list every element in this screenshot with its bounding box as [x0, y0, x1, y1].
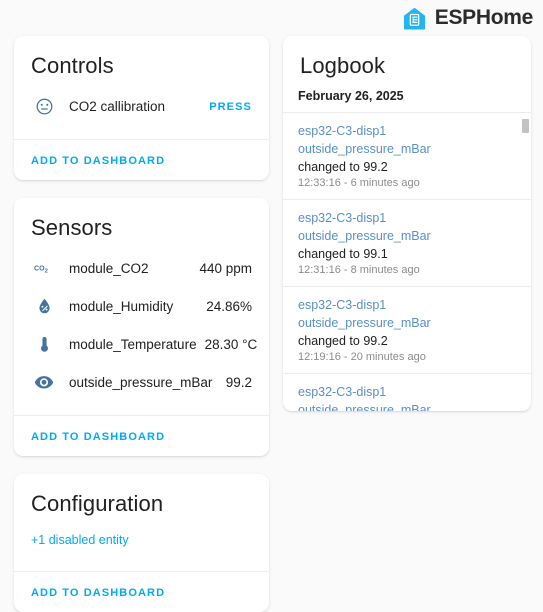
entity-name: CO2 callibration — [69, 98, 166, 114]
logbook-timestamp: 12:33:16 - 6 minutes ago — [298, 177, 420, 189]
entity-name: module_Humidity — [69, 298, 174, 314]
logbook-timestamp: 12:19:16 - 20 minutes ago — [298, 351, 426, 363]
controls-card-title: Controls — [31, 53, 114, 78]
molecule-co2-icon: CO 2 — [31, 261, 57, 275]
logbook-scrollbar[interactable] — [522, 83, 529, 411]
entity-value: 28.30 °C — [204, 336, 258, 352]
logbook-state: changed to 99.2 — [298, 160, 388, 174]
disabled-entity-link[interactable]: +1 disabled entity — [31, 525, 129, 557]
sensors-card: Sensors CO 2 module_CO2 440 ppm module_H… — [14, 198, 269, 456]
sensors-card-actions: Add to dashboard — [14, 415, 269, 456]
controls-card: Controls CO2 callibration Press Add to d… — [14, 36, 269, 180]
emoticon-neutral-icon — [31, 97, 57, 116]
main-columns: Controls CO2 callibration Press Add to d… — [0, 36, 543, 612]
entity-value: 99.2 — [225, 374, 252, 390]
app-header: ESPHome — [0, 0, 543, 36]
entity-value: 440 ppm — [199, 260, 252, 276]
eye-icon — [31, 372, 57, 392]
water-percent-icon — [31, 297, 57, 316]
logbook-entry[interactable]: esp32-C3-disp1 outside_pressure_mBar cha… — [283, 286, 531, 373]
svg-text:2: 2 — [45, 268, 49, 274]
press-button[interactable]: Press — [209, 101, 252, 113]
controls-card-actions: Add to dashboard — [14, 139, 269, 180]
logbook-scroll-area[interactable]: February 26, 2025 esp32-C3-disp1 outside… — [283, 83, 531, 411]
right-column: Logbook February 26, 2025 esp32-C3-disp1… — [283, 36, 531, 411]
logbook-entry[interactable]: esp32-C3-disp1 outside_pressure_mBar bec… — [283, 373, 531, 411]
logbook-card-title: Logbook — [300, 53, 386, 78]
logbook-scrollbar-thumb[interactable] — [522, 119, 529, 133]
logbook-entity-link[interactable]: esp32-C3-disp1 outside_pressure_mBar — [298, 385, 431, 411]
configuration-card-actions: Add to dashboard — [14, 571, 269, 612]
logbook-card: Logbook February 26, 2025 esp32-C3-disp1… — [283, 36, 531, 411]
brand-name: ESPHome — [434, 6, 534, 29]
svg-text:CO: CO — [34, 266, 45, 273]
controls-card-body: CO2 callibration Press — [14, 83, 269, 139]
entity-action: Press — [201, 97, 252, 115]
configuration-card-body: +1 disabled entity — [14, 521, 269, 571]
configuration-card: Configuration +1 disabled entity Add to … — [14, 474, 269, 612]
entity-row-module-temperature[interactable]: module_Temperature 28.30 °C — [31, 325, 257, 363]
entity-name: module_CO2 — [69, 260, 149, 276]
logbook-entry[interactable]: esp32-C3-disp1 outside_pressure_mBar cha… — [283, 199, 531, 286]
entity-row-module-co2[interactable]: CO 2 module_CO2 440 ppm — [31, 249, 252, 287]
logbook-entity-link[interactable]: esp32-C3-disp1 outside_pressure_mBar — [298, 298, 431, 330]
entity-value: 24.86% — [206, 298, 252, 314]
thermometer-icon — [31, 335, 57, 354]
add-to-dashboard-button-controls[interactable]: Add to dashboard — [31, 155, 165, 167]
entity-row-co2-callibration[interactable]: CO2 callibration Press — [31, 87, 252, 125]
entity-name: outside_pressure_mBar — [69, 374, 213, 390]
add-to-dashboard-button-configuration[interactable]: Add to dashboard — [31, 587, 165, 599]
entity-row-outside-pressure[interactable]: outside_pressure_mBar 99.2 — [31, 363, 252, 401]
entity-row-module-humidity[interactable]: module_Humidity 24.86% — [31, 287, 252, 325]
add-to-dashboard-button-sensors[interactable]: Add to dashboard — [31, 431, 165, 443]
brand: ESPHome — [401, 5, 533, 32]
sensors-card-body: CO 2 module_CO2 440 ppm module_Humidity … — [14, 245, 269, 415]
configuration-card-title: Configuration — [31, 491, 164, 516]
esphome-house-icon — [401, 5, 428, 32]
left-column: Controls CO2 callibration Press Add to d… — [14, 36, 269, 612]
logbook-state: changed to 99.2 — [298, 334, 388, 348]
logbook-state: changed to 99.1 — [298, 247, 388, 261]
logbook-entity-link[interactable]: esp32-C3-disp1 outside_pressure_mBar — [298, 211, 431, 243]
logbook-timestamp: 12:31:16 - 8 minutes ago — [298, 264, 420, 276]
entity-name: module_Temperature — [69, 336, 197, 352]
sensors-card-title: Sensors — [31, 215, 113, 240]
logbook-date-header: February 26, 2025 — [298, 89, 404, 103]
logbook-entry[interactable]: esp32-C3-disp1 outside_pressure_mBar cha… — [283, 112, 531, 199]
logbook-entity-link[interactable]: esp32-C3-disp1 outside_pressure_mBar — [298, 124, 431, 156]
